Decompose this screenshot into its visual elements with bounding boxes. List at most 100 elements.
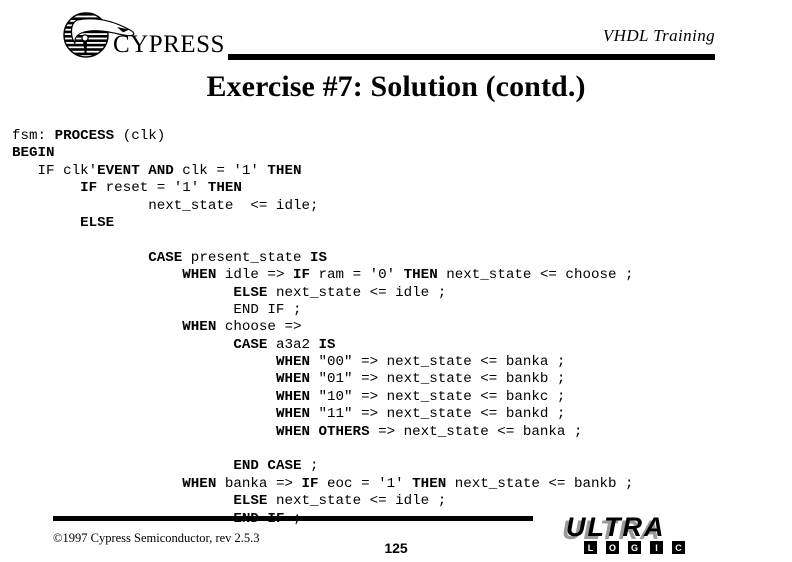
code-line: ELSE bbox=[12, 215, 782, 232]
slide-title: Exercise #7: Solution (contd.) bbox=[206, 70, 586, 103]
code-keyword: ELSE bbox=[233, 493, 268, 510]
header-divider-rule bbox=[228, 54, 715, 60]
cypress-eye-icon bbox=[81, 34, 89, 42]
cypress-logo: CYPRESS bbox=[55, 12, 230, 60]
logic-letter: I bbox=[655, 543, 658, 553]
code-line: WHEN choose => bbox=[12, 319, 782, 336]
code-text: next_state <= bankb ; bbox=[446, 475, 634, 492]
vhdl-code-block: fsm: PROCESS (clk) BEGIN IF clk'EVENT AND… bbox=[12, 128, 782, 528]
code-text: "00" => next_state <= banka ; bbox=[310, 354, 566, 371]
ultra-logic-logo: ULTRA ULTRA LOGIC bbox=[548, 512, 728, 558]
code-text: IF clk' bbox=[12, 162, 98, 179]
code-line: IF clk'EVENT AND clk = '1' THEN bbox=[12, 163, 782, 180]
code-keyword: ELSE bbox=[233, 284, 268, 301]
code-text: "10" => next_state <= bankc ; bbox=[310, 388, 566, 405]
code-line: END IF ; bbox=[12, 302, 782, 319]
code-line: WHEN "01" => next_state <= bankb ; bbox=[12, 371, 782, 388]
code-keyword: THEN bbox=[207, 180, 242, 197]
code-keyword: CASE bbox=[233, 336, 268, 353]
code-text: a3a2 bbox=[267, 336, 319, 353]
code-line: IF reset = '1' THEN bbox=[12, 180, 782, 197]
code-line: CASE present_state IS bbox=[12, 250, 782, 267]
code-text: choose => bbox=[216, 319, 302, 336]
code-text: END IF ; bbox=[12, 301, 302, 318]
code-text: "01" => next_state <= bankb ; bbox=[310, 371, 566, 388]
code-line: ELSE next_state <= idle ; bbox=[12, 493, 782, 510]
code-keyword: IF bbox=[292, 267, 310, 284]
cypress-wordmark: CYPRESS bbox=[113, 31, 225, 58]
code-keyword: IS bbox=[310, 249, 328, 266]
code-text: ; bbox=[301, 458, 319, 475]
code-keyword: WHEN bbox=[275, 371, 310, 388]
code-keyword: WHEN bbox=[182, 475, 217, 492]
code-line: END CASE ; bbox=[12, 458, 782, 475]
code-line: BEGIN bbox=[12, 145, 782, 162]
course-title: VHDL Training bbox=[602, 26, 715, 45]
code-keyword: IS bbox=[318, 336, 336, 353]
code-text: next_state <= idle ; bbox=[267, 284, 447, 301]
code-text: fsm: bbox=[12, 128, 55, 144]
code-line: CASE a3a2 IS bbox=[12, 337, 782, 354]
code-keyword: THEN bbox=[412, 475, 447, 492]
code-keyword: THEN bbox=[403, 267, 438, 284]
code-text: reset = '1' bbox=[97, 180, 208, 197]
code-line: WHEN "10" => next_state <= bankc ; bbox=[12, 389, 782, 406]
code-keyword: WHEN bbox=[275, 354, 310, 371]
code-line: WHEN "11" => next_state <= bankd ; bbox=[12, 406, 782, 423]
code-text: next_state <= choose ; bbox=[437, 267, 634, 284]
logic-letter: G bbox=[631, 543, 638, 553]
code-text: eoc = '1' bbox=[318, 475, 413, 492]
code-text: (clk) bbox=[114, 128, 166, 144]
cypress-logo-graphic: CYPRESS bbox=[63, 12, 225, 58]
ultra-wordmark: ULTRA bbox=[566, 512, 665, 542]
code-keyword: WHEN bbox=[275, 388, 310, 405]
code-keyword: IF bbox=[80, 180, 98, 197]
code-text: clk = '1' bbox=[173, 162, 268, 179]
code-keyword: END CASE bbox=[233, 458, 302, 475]
code-keyword: WHEN bbox=[275, 406, 310, 423]
code-text: next_state <= idle ; bbox=[267, 493, 447, 510]
code-text: ram = '0' bbox=[310, 267, 404, 284]
code-keyword: CASE bbox=[148, 249, 183, 266]
code-keyword: BEGIN bbox=[12, 145, 55, 162]
logic-letter: L bbox=[588, 543, 594, 553]
code-text: next_state <= idle; bbox=[12, 197, 319, 214]
code-text: => next_state <= banka ; bbox=[369, 423, 583, 440]
code-line: WHEN "00" => next_state <= banka ; bbox=[12, 354, 782, 371]
code-keyword: WHEN OTHERS bbox=[275, 423, 370, 440]
code-line: ELSE next_state <= idle ; bbox=[12, 285, 782, 302]
code-keyword: EVENT AND bbox=[97, 162, 174, 179]
logic-letter: O bbox=[609, 543, 616, 553]
code-keyword: WHEN bbox=[182, 319, 217, 336]
code-text: "11" => next_state <= bankd ; bbox=[310, 406, 566, 423]
footer-divider-rule bbox=[53, 516, 533, 521]
code-text: idle => bbox=[216, 267, 293, 284]
code-line: fsm: PROCESS (clk) bbox=[12, 128, 782, 145]
code-keyword: IF bbox=[301, 475, 319, 492]
code-keyword: PROCESS bbox=[54, 128, 115, 144]
code-text: banka => bbox=[216, 475, 302, 492]
code-keyword: WHEN bbox=[182, 267, 217, 284]
code-line: WHEN OTHERS => next_state <= banka ; bbox=[12, 424, 782, 441]
code-keyword: ELSE bbox=[80, 214, 115, 231]
code-line: WHEN idle => IF ram = '0' THEN next_stat… bbox=[12, 267, 782, 284]
ultra-logic-logo-graphic: ULTRA ULTRA LOGIC bbox=[562, 512, 685, 554]
code-text: present_state bbox=[182, 249, 311, 266]
